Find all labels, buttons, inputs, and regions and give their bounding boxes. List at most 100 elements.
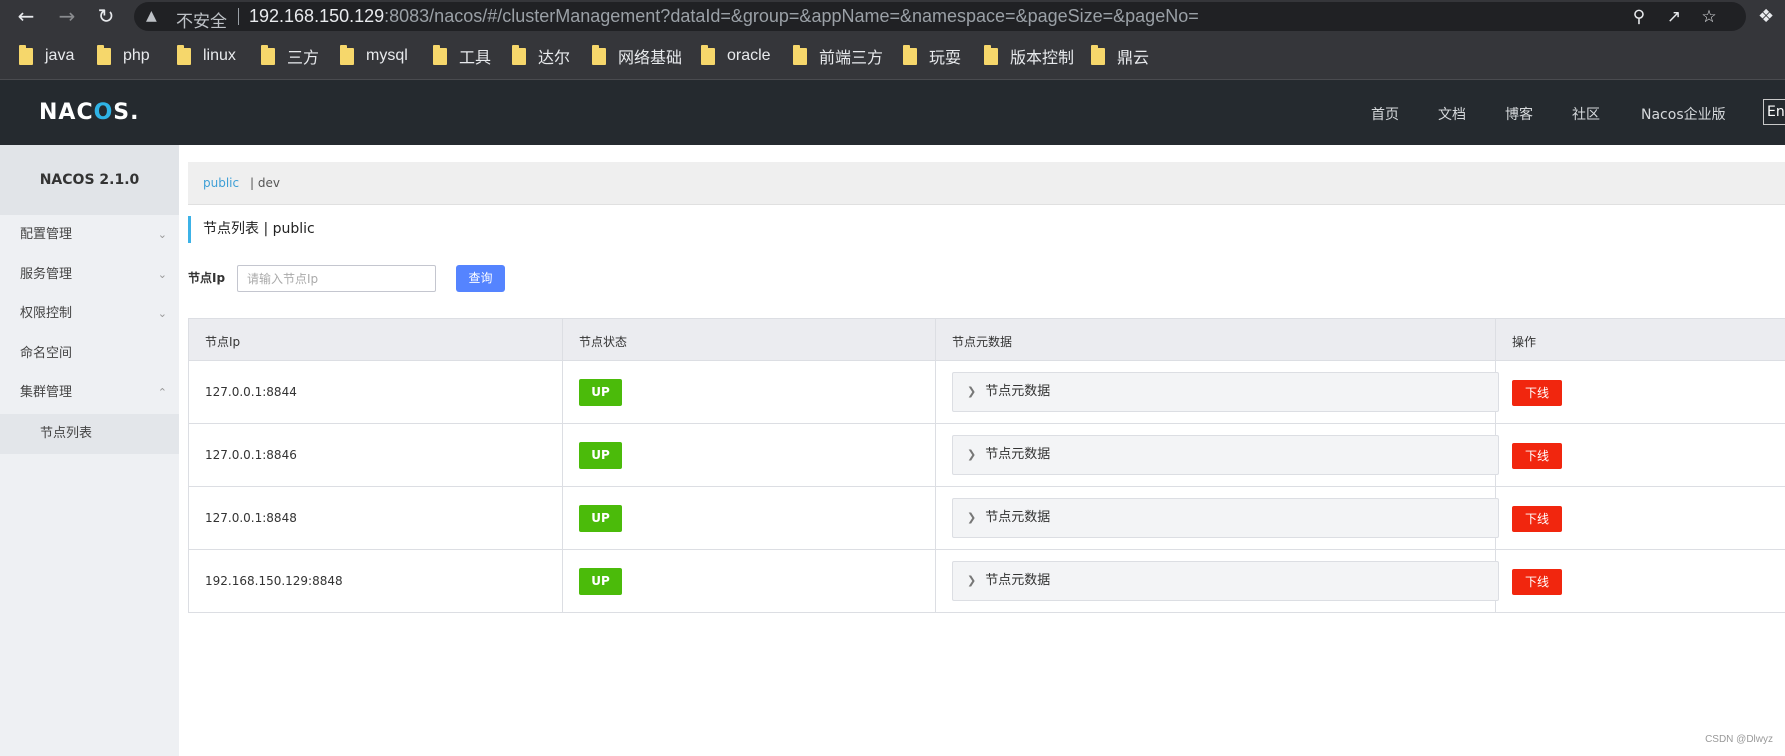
table-cell: ❯ 节点元数据 (936, 424, 1499, 486)
logo-text-accent: O (93, 100, 114, 125)
metadata-expander[interactable]: ❯ 节点元数据 (952, 498, 1499, 538)
bookmark-label: 鼎云 (1117, 50, 1150, 67)
bookmark-label: linux (203, 47, 236, 64)
table-cell: UP (563, 550, 936, 612)
bookmark-oracle[interactable]: oracle (701, 44, 771, 67)
table-cell: UP (563, 424, 936, 486)
bookmark-mysql[interactable]: mysql (340, 44, 408, 67)
reload-icon[interactable]: ↻ (93, 3, 119, 29)
folder-icon (97, 44, 111, 65)
language-switch-button[interactable]: En (1763, 99, 1785, 125)
nav-home[interactable]: 首页 (1371, 104, 1399, 124)
node-ip-input[interactable] (237, 265, 436, 292)
namespace-bar: public | dev (188, 162, 1785, 205)
url-path: :8083/nacos/#/clusterManagement?dataId=&… (384, 6, 1199, 26)
folder-icon (701, 44, 715, 65)
folder-icon (793, 44, 807, 65)
bookmark-java[interactable]: java (19, 44, 75, 67)
query-button[interactable]: 查询 (456, 265, 505, 292)
bookmarks-bar: java php linux 三方 mysql 工具 达尔 网络基础 oracl… (0, 33, 1785, 80)
folder-icon (433, 44, 447, 65)
bookmark-linux[interactable]: linux (177, 44, 236, 67)
sidebar-item-config[interactable]: 配置管理 ⌄ (0, 215, 179, 254)
nacos-logo[interactable]: NACOS. (39, 100, 140, 125)
watermark: CSDN @Dlwyz (1705, 734, 1773, 745)
chevron-down-icon: ⌄ (157, 268, 167, 281)
sidebar-subitem-node-list[interactable]: 节点列表 (0, 414, 179, 454)
namespace-dev-link[interactable]: | dev (250, 176, 280, 190)
metadata-label: 节点元数据 (985, 510, 1051, 525)
bookmark-vcs[interactable]: 版本控制 (984, 44, 1074, 67)
metadata-label: 节点元数据 (985, 573, 1051, 588)
sidebar-item-cluster[interactable]: 集群管理 ⌃ (0, 373, 179, 412)
bookmark-tools[interactable]: 工具 (433, 44, 492, 67)
header-node-metadata: 节点元数据 (952, 335, 1013, 349)
zoom-icon[interactable]: ⚲ (1628, 6, 1650, 28)
url-text[interactable]: 192.168.150.129:8083/nacos/#/clusterMana… (249, 6, 1199, 27)
table-cell: UP (563, 361, 936, 423)
sidebar-item-label: 权限控制 (20, 306, 73, 321)
metadata-expander[interactable]: ❯ 节点元数据 (952, 561, 1499, 601)
address-bar[interactable]: ▲ 不安全 192.168.150.129:8083/nacos/#/clust… (134, 2, 1746, 32)
nav-community[interactable]: 社区 (1572, 104, 1600, 124)
folder-icon (592, 44, 606, 65)
bookmark-label: 工具 (459, 50, 492, 67)
metadata-label: 节点元数据 (985, 384, 1051, 399)
namespace-public-link[interactable]: public (203, 176, 239, 190)
node-ip: 192.168.150.129:8848 (205, 574, 343, 588)
table-cell: ❯ 节点元数据 (936, 361, 1499, 423)
table-cell: 127.0.0.1:8848 (189, 487, 563, 549)
sidebar-item-label: 命名空间 (20, 346, 73, 361)
status-badge: UP (579, 379, 622, 406)
table-row: 127.0.0.1:8846 UP ❯ 节点元数据 下线 (189, 424, 1785, 487)
back-icon[interactable]: ← (13, 3, 39, 29)
bookmark-daer[interactable]: 达尔 (512, 44, 571, 67)
node-ip: 127.0.0.1:8844 (205, 385, 297, 399)
table-cell: 192.168.150.129:8848 (189, 550, 563, 612)
page-title: 节点列表 | public (188, 216, 315, 243)
bookmark-dingyun[interactable]: 鼎云 (1091, 44, 1150, 67)
insecure-label[interactable]: 不安全 (176, 7, 227, 32)
bookmark-label: 网络基础 (618, 50, 683, 67)
bookmark-sanfang[interactable]: 三方 (261, 44, 320, 67)
offline-button[interactable]: 下线 (1512, 443, 1562, 469)
sidebar-item-auth[interactable]: 权限控制 ⌄ (0, 294, 179, 333)
bookmark-php[interactable]: php (97, 44, 150, 67)
table-header: 节点Ip 节点状态 节点元数据 操作 (189, 319, 1785, 361)
bookmark-label: 达尔 (538, 50, 571, 67)
logo-text-tail: S. (113, 100, 140, 125)
nav-blog[interactable]: 博客 (1505, 104, 1533, 124)
offline-button[interactable]: 下线 (1512, 569, 1562, 595)
extensions-icon[interactable]: ❖ (1758, 5, 1782, 29)
bookmark-network[interactable]: 网络基础 (592, 44, 683, 67)
bookmark-play[interactable]: 玩耍 (903, 44, 961, 67)
metadata-label: 节点元数据 (985, 447, 1051, 462)
chevron-right-icon: ❯ (967, 511, 977, 524)
sidebar-item-label: 配置管理 (20, 227, 73, 242)
bookmark-label: 三方 (287, 50, 320, 67)
offline-button[interactable]: 下线 (1512, 506, 1562, 532)
metadata-expander[interactable]: ❯ 节点元数据 (952, 435, 1499, 475)
bookmark-star-icon[interactable]: ☆ (1698, 6, 1720, 28)
folder-icon (340, 44, 354, 65)
url-host: 192.168.150.129 (249, 6, 385, 26)
node-ip: 127.0.0.1:8846 (205, 448, 297, 462)
bookmark-frontend[interactable]: 前端三方 (793, 44, 883, 67)
folder-icon (512, 44, 526, 65)
bookmark-label: java (45, 47, 75, 64)
metadata-expander[interactable]: ❯ 节点元数据 (952, 372, 1499, 412)
warning-icon[interactable]: ▲ (146, 8, 164, 25)
share-icon[interactable]: ↗ (1663, 6, 1685, 28)
chevron-right-icon: ❯ (967, 448, 977, 461)
nav-docs[interactable]: 文档 (1438, 104, 1466, 124)
sidebar-item-service[interactable]: 服务管理 ⌄ (0, 255, 179, 294)
header-cell: 节点元数据 (936, 319, 1496, 360)
folder-icon (1091, 44, 1105, 65)
sidebar-item-namespace[interactable]: 命名空间 (0, 334, 179, 373)
table-cell: 下线 (1496, 361, 1785, 423)
header-cell: 节点Ip (189, 319, 563, 360)
header-node-status: 节点状态 (579, 335, 628, 349)
nav-enterprise[interactable]: Nacos企业版 (1641, 104, 1726, 124)
offline-button[interactable]: 下线 (1512, 380, 1562, 406)
forward-icon[interactable]: → (54, 3, 80, 29)
